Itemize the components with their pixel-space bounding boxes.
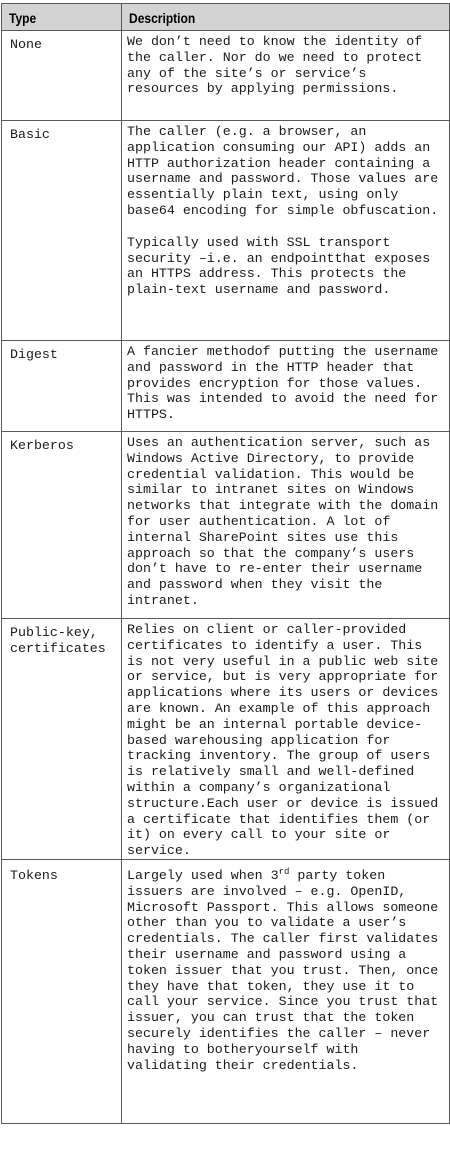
description-paragraph: Relies on client or caller-provided cert… xyxy=(127,622,439,859)
tokens-text-post: party token issuers are involved – e.g. … xyxy=(127,867,439,1073)
description-cell-none: We don’t need to know the identity of th… xyxy=(121,30,450,121)
header-description-label: Description xyxy=(129,9,196,26)
table-row: Tokens Largely used when 3rd party token… xyxy=(1,858,450,1124)
description-cell-digest: A fancier methodof putting the username … xyxy=(121,340,450,432)
description-paragraph: We don’t need to know the identity of th… xyxy=(127,34,423,97)
type-cell-none: None xyxy=(1,30,122,121)
description-paragraph: Typically used with SSL transport securi… xyxy=(127,234,431,298)
table-row: Basic The caller (e.g. a browser, an app… xyxy=(1,120,450,341)
tokens-text-pre: Largely used when 3 xyxy=(127,867,279,883)
table-row: Digest A fancier methodof putting the us… xyxy=(1,340,450,432)
type-cell-kerberos: Kerberos xyxy=(1,431,122,619)
description-cell-kerberos: Uses an authentication server, such as W… xyxy=(121,431,450,619)
table-row: None We don’t need to know the identity … xyxy=(1,30,450,121)
type-cell-tokens: Tokens xyxy=(1,858,122,1124)
description-cell-basic: The caller (e.g. a browser, an applicati… xyxy=(121,120,450,341)
ordinal-superscript: rd xyxy=(278,866,290,877)
description-paragraph: A fancier methodof putting the username … xyxy=(127,344,439,423)
header-type: Type xyxy=(1,3,122,31)
description-cell-public-key-certificates: Relies on client or caller-provided cert… xyxy=(121,618,450,860)
description-paragraph: Uses an authentication server, such as W… xyxy=(127,435,439,608)
table-row: Public-key, certificates Relies on clien… xyxy=(1,618,450,860)
authentication-types-table: Type Description None We don’t need to k… xyxy=(1,3,450,1124)
table-row: Kerberos Uses an authentication server, … xyxy=(1,431,450,619)
type-cell-public-key-certificates: Public-key, certificates xyxy=(1,618,122,860)
description-paragraph: Largely used when 3rd party token issuer… xyxy=(127,866,445,1073)
table-header-row: Type Description xyxy=(1,3,450,31)
type-cell-digest: Digest xyxy=(1,340,122,432)
header-type-label: Type xyxy=(9,9,37,26)
type-cell-basic: Basic xyxy=(1,120,122,341)
header-description: Description xyxy=(121,3,450,31)
description-cell-tokens: Largely used when 3rd party token issuer… xyxy=(121,858,450,1124)
description-paragraph: The caller (e.g. a browser, an applicati… xyxy=(127,124,439,218)
